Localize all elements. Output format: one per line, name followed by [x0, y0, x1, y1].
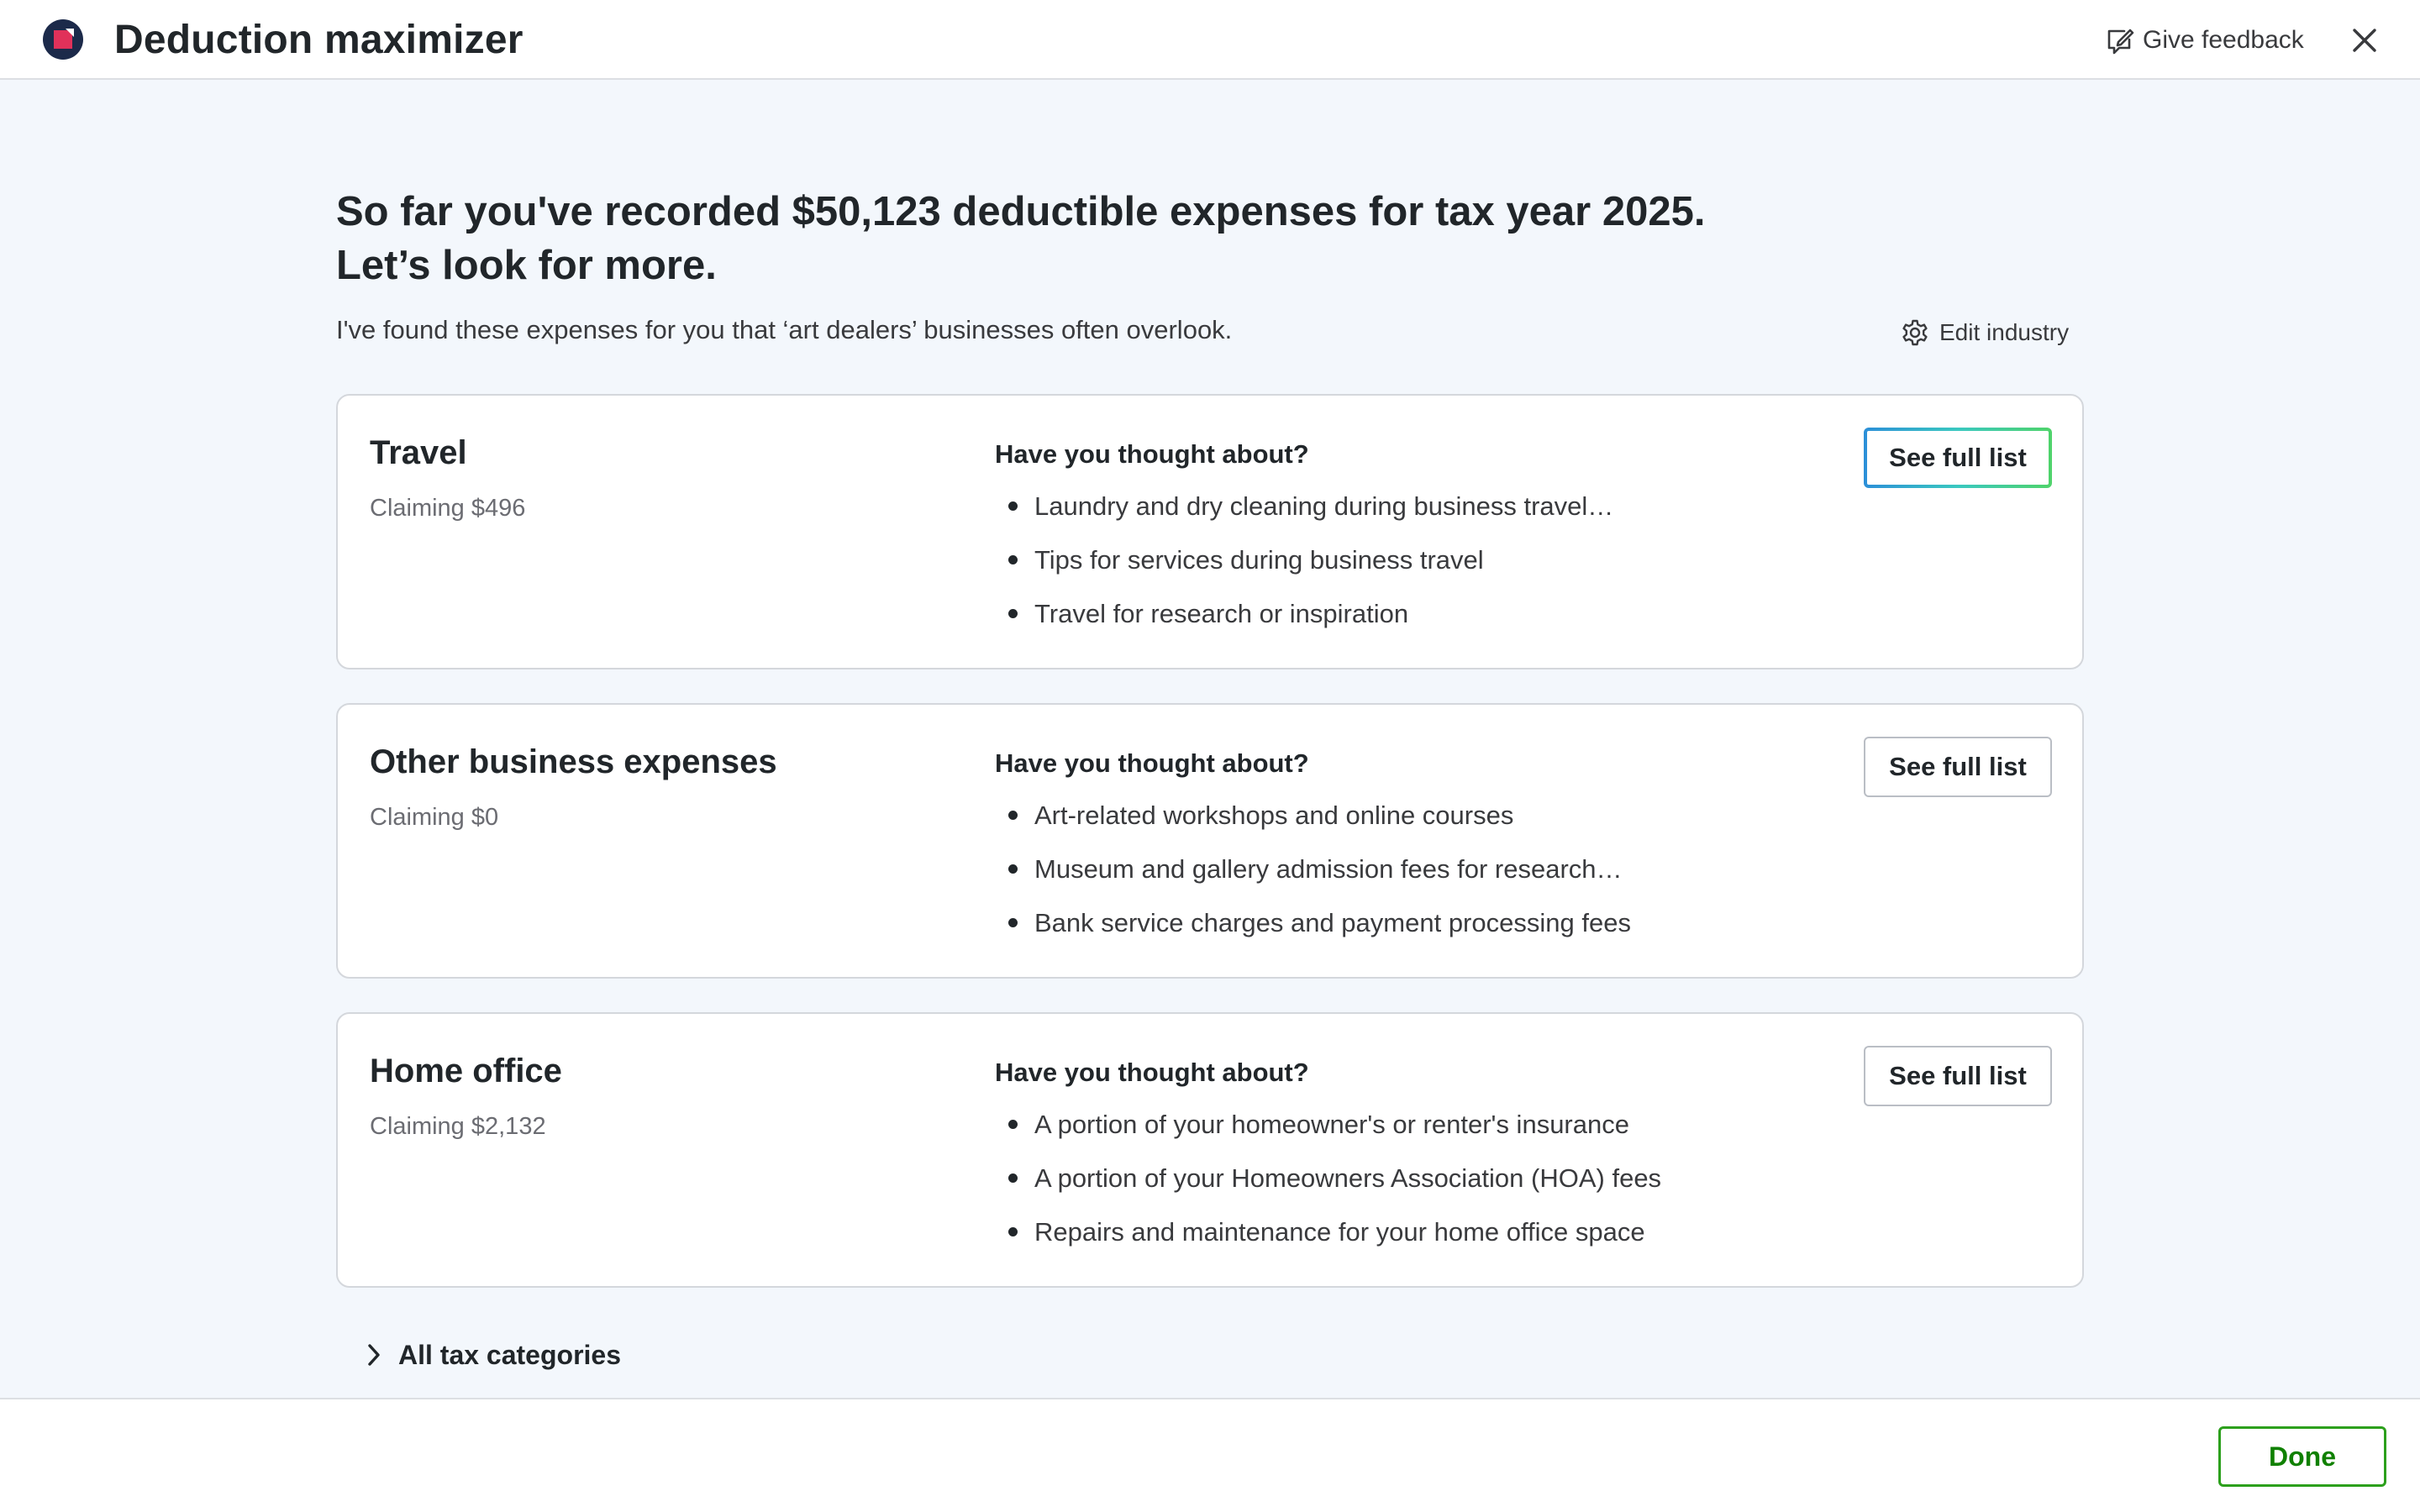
card-claiming-amount: Claiming $496 [370, 495, 526, 522]
card-claiming-amount: Claiming $0 [370, 804, 499, 831]
suggestion-list: A portion of your homeowner's or renter'… [995, 1106, 1661, 1268]
suggestion-text: Travel for research or inspiration [1034, 599, 1409, 628]
all-tax-categories-label: All tax categories [398, 1339, 621, 1370]
edit-industry-label: Edit industry [1939, 319, 2070, 345]
suggestion-text: Tips for services during business travel [1034, 545, 1484, 575]
bullet-icon [1008, 555, 1018, 564]
suggestion-item: Tips for services during business travel [995, 542, 1613, 596]
bullet-icon [1008, 609, 1018, 618]
gear-icon [1902, 319, 1928, 346]
card-title: Other business expenses [370, 743, 777, 780]
expense-card-travel: Travel Claiming $496 Have you thought ab… [336, 394, 2084, 669]
card-title: Home office [370, 1053, 562, 1089]
app-logo-icon [43, 19, 83, 60]
suggestion-text: Art-related workshops and online courses [1034, 801, 1514, 830]
see-full-list-button[interactable]: See full list [1864, 1046, 2052, 1106]
all-tax-categories-toggle[interactable]: All tax categories [366, 1334, 621, 1376]
suggestion-item: A portion of your homeowner's or renter'… [995, 1106, 1661, 1160]
bullet-icon [1008, 918, 1018, 927]
edit-industry-link[interactable]: Edit industry [1901, 316, 2069, 349]
card-question: Have you thought about? [995, 439, 1309, 469]
expense-card-home-office: Home office Claiming $2,132 Have you tho… [336, 1012, 2084, 1288]
suggestion-item: A portion of your Homeowners Association… [995, 1160, 1661, 1214]
expense-card-other-business: Other business expenses Claiming $0 Have… [336, 703, 2084, 979]
suggestion-item: Art-related workshops and online courses [995, 797, 1631, 851]
card-claiming-amount: Claiming $2,132 [370, 1113, 546, 1140]
see-full-list-button[interactable]: See full list [1864, 428, 2052, 488]
feedback-icon [2107, 29, 2134, 55]
suggestion-item: Bank service charges and payment process… [995, 905, 1631, 958]
bullet-icon [1008, 501, 1018, 511]
give-feedback-button[interactable]: Give feedback [2106, 24, 2304, 57]
suggestion-text: Laundry and dry cleaning during business… [1034, 491, 1614, 521]
industry-subtext: I've found these expenses for you that ‘… [336, 315, 1233, 344]
give-feedback-label: Give feedback [2143, 26, 2304, 54]
summary-headline-line1: So far you've recorded $50,123 deductibl… [336, 189, 1706, 234]
suggestion-text: A portion of your Homeowners Association… [1034, 1163, 1662, 1193]
suggestion-list: Laundry and dry cleaning during business… [995, 488, 1613, 649]
suggestion-item: Travel for research or inspiration [995, 596, 1613, 649]
see-full-list-button[interactable]: See full list [1864, 737, 2052, 797]
chevron-right-icon [368, 1344, 380, 1366]
bullet-icon [1008, 864, 1018, 874]
top-bar: Deduction maximizer Give feedback [0, 0, 2420, 80]
suggestion-list: Art-related workshops and online courses… [995, 797, 1631, 958]
bullet-icon [1008, 1173, 1018, 1183]
done-button[interactable]: Done [2218, 1426, 2386, 1487]
card-question: Have you thought about? [995, 748, 1309, 778]
bullet-icon [1008, 811, 1018, 820]
card-title: Travel [370, 434, 467, 471]
suggestion-text: Repairs and maintenance for your home of… [1034, 1217, 1645, 1247]
suggestion-item: Repairs and maintenance for your home of… [995, 1214, 1661, 1268]
suggestion-item: Laundry and dry cleaning during business… [995, 488, 1613, 542]
footer-bar: Done [0, 1398, 2420, 1512]
suggestion-item: Museum and gallery admission fees for re… [995, 851, 1631, 905]
bullet-icon [1008, 1227, 1018, 1236]
suggestion-text: Museum and gallery admission fees for re… [1034, 854, 1623, 884]
suggestion-text: Bank service charges and payment process… [1034, 908, 1631, 937]
card-question: Have you thought about? [995, 1058, 1309, 1087]
summary-headline-line2: Let’s look for more. [336, 243, 717, 288]
close-icon[interactable] [2348, 24, 2381, 57]
page-title: Deduction maximizer [114, 18, 523, 62]
suggestion-text: A portion of your homeowner's or renter'… [1034, 1110, 1629, 1139]
bullet-icon [1008, 1120, 1018, 1129]
summary-headline: So far you've recorded $50,123 deductibl… [336, 185, 2101, 292]
